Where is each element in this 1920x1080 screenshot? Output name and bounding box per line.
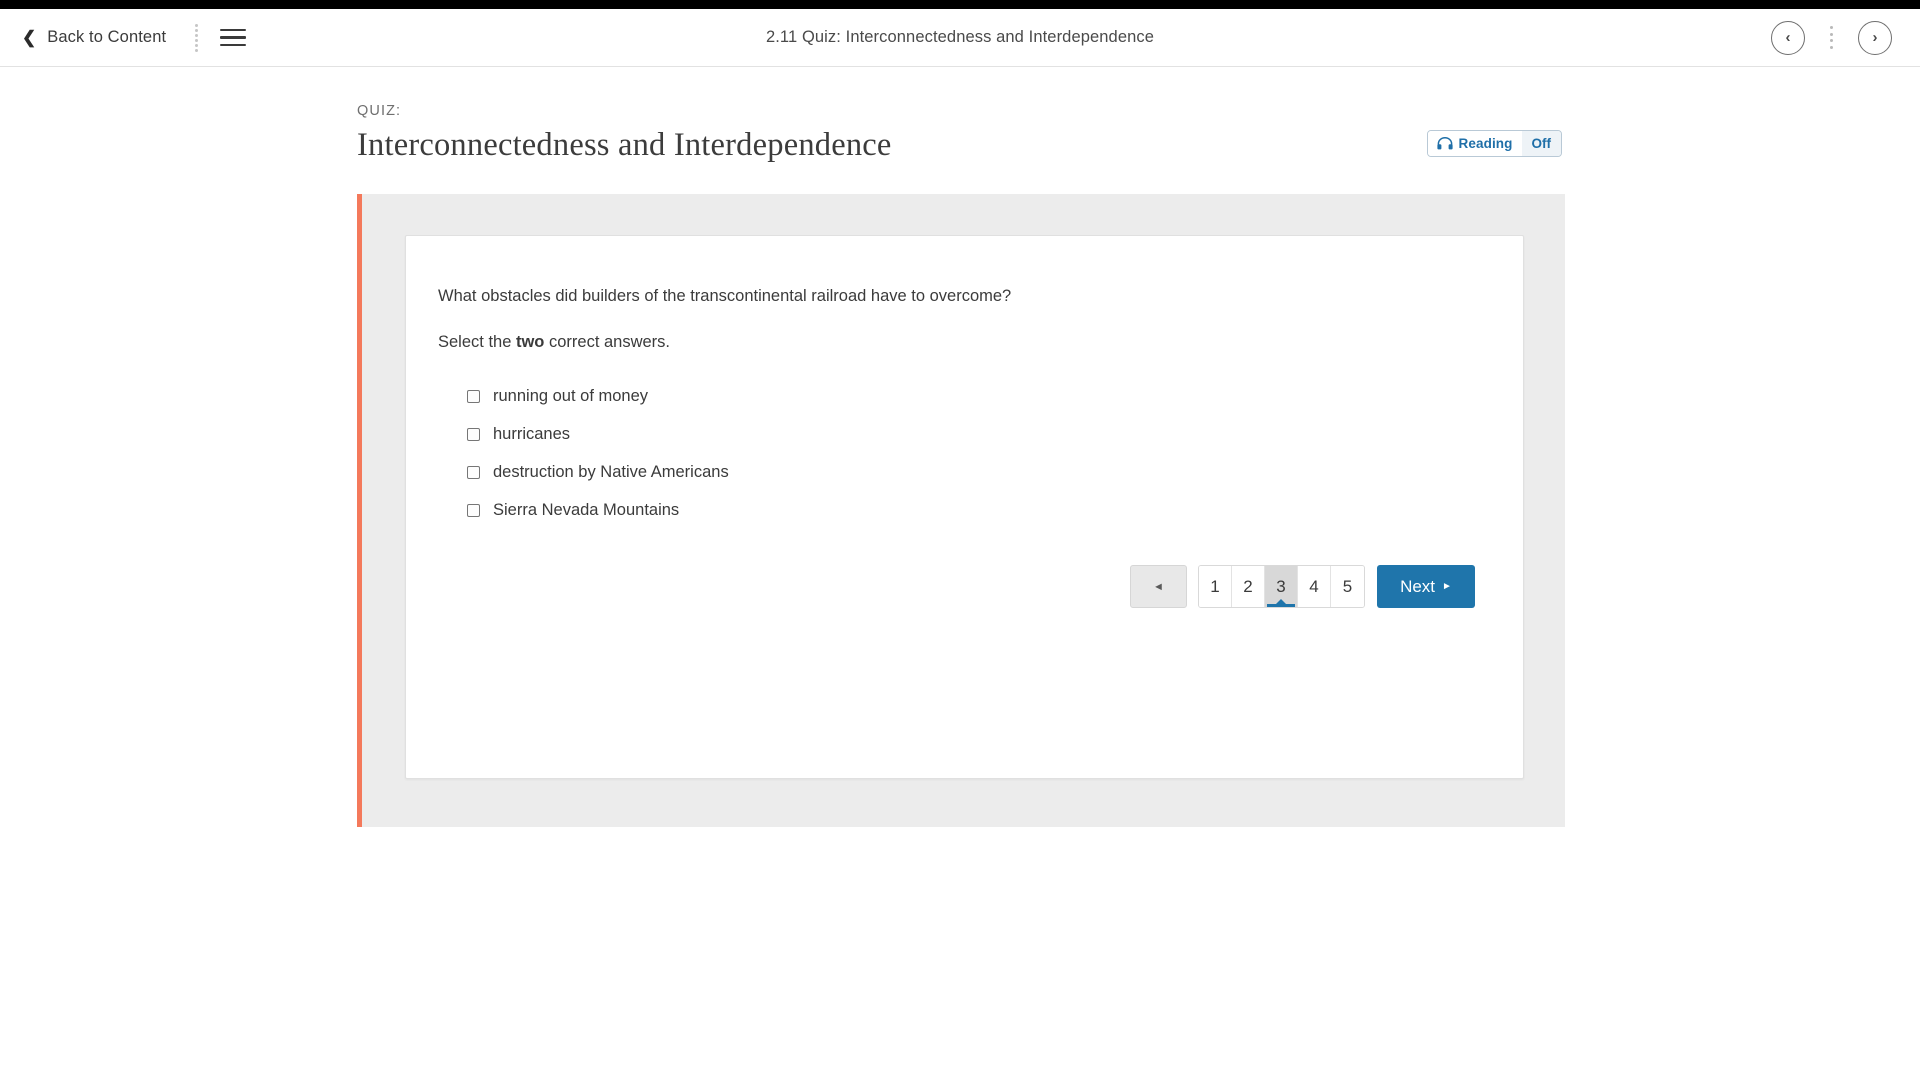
back-to-content-label: Back to Content bbox=[47, 28, 167, 46]
checkbox-icon[interactable] bbox=[467, 427, 480, 441]
pagination-page-3[interactable]: 3 bbox=[1265, 566, 1298, 608]
page-title-row: QUIZ: Interconnectedness and Interdepend… bbox=[357, 67, 1562, 164]
answer-choice-label: Sierra Nevada Mountains bbox=[493, 500, 680, 519]
pagination-page-2[interactable]: 2 bbox=[1232, 566, 1265, 608]
checkbox-icon[interactable] bbox=[467, 389, 480, 403]
top-black-strip bbox=[0, 0, 1920, 9]
page-kicker: QUIZ: bbox=[357, 103, 402, 119]
pagination: ◄ 1 2 3 4 5 Next ► bbox=[438, 565, 1483, 609]
answer-choice-label: running out of money bbox=[493, 386, 649, 405]
instruction-prefix: Select the bbox=[438, 332, 516, 351]
pagination-page-numbers: 1 2 3 4 5 bbox=[1198, 565, 1365, 609]
answer-choice-1[interactable]: running out of money bbox=[467, 377, 1483, 415]
headphones-icon bbox=[1436, 137, 1453, 150]
more-options-kebab-icon[interactable] bbox=[1827, 23, 1836, 52]
pagination-page-5[interactable]: 5 bbox=[1331, 566, 1364, 608]
question-card: What obstacles did builders of the trans… bbox=[405, 235, 1524, 779]
answer-choice-label: destruction by Native Americans bbox=[493, 462, 729, 481]
answer-choice-2[interactable]: hurricanes bbox=[467, 415, 1483, 453]
reading-toggle-state[interactable]: Off bbox=[1521, 131, 1561, 156]
reading-toggle-label: Reading bbox=[1458, 136, 1513, 151]
next-question-button[interactable]: Next ► bbox=[1377, 565, 1475, 609]
back-to-content-button[interactable]: ❮ Back to Content bbox=[22, 28, 166, 47]
reading-toggle-button[interactable]: Reading Off bbox=[1426, 130, 1562, 157]
triangle-left-icon: ◄ bbox=[1153, 580, 1164, 593]
chevron-right-circle-icon: › bbox=[1872, 29, 1878, 46]
page-body: QUIZ: Interconnectedness and Interdepend… bbox=[0, 67, 1920, 827]
reading-toggle-main[interactable]: Reading bbox=[1427, 131, 1522, 156]
header-title: 2.11 Quiz: Interconnectedness and Interd… bbox=[765, 28, 1155, 46]
header-left-group: ❮ Back to Content bbox=[0, 23, 247, 52]
page-number-label: 4 bbox=[1309, 576, 1319, 596]
active-page-caret-icon bbox=[1276, 599, 1286, 605]
quiz-panel: What obstacles did builders of the trans… bbox=[357, 194, 1565, 827]
question-prompt: What obstacles did builders of the trans… bbox=[438, 287, 1012, 305]
page-number-label: 1 bbox=[1210, 576, 1220, 596]
answer-choice-4[interactable]: Sierra Nevada Mountains bbox=[467, 491, 1483, 529]
checkbox-icon[interactable] bbox=[467, 503, 480, 517]
instruction-suffix: correct answers. bbox=[544, 332, 671, 351]
pagination-page-4[interactable]: 4 bbox=[1298, 566, 1331, 608]
next-page-circle-button[interactable]: › bbox=[1858, 20, 1892, 55]
previous-page-circle-button[interactable]: ‹ bbox=[1771, 20, 1805, 55]
answer-choices: running out of money hurricanes destruct… bbox=[438, 377, 1483, 529]
page-number-label: 3 bbox=[1276, 576, 1286, 596]
answer-choice-label: hurricanes bbox=[493, 424, 571, 443]
quiz-panel-inner: What obstacles did builders of the trans… bbox=[362, 194, 1565, 827]
vertical-dot-separator bbox=[195, 23, 199, 52]
answer-choice-3[interactable]: destruction by Native Americans bbox=[467, 453, 1483, 491]
page-title: Interconnectedness and Interdependence bbox=[357, 127, 892, 163]
page-number-label: 2 bbox=[1243, 576, 1253, 596]
page-titles: QUIZ: Interconnectedness and Interdepend… bbox=[357, 103, 892, 164]
triangle-right-icon: ► bbox=[1442, 580, 1452, 592]
menu-hamburger-icon[interactable] bbox=[220, 25, 247, 51]
pagination-page-1[interactable]: 1 bbox=[1199, 566, 1232, 608]
header-right-group: ‹ › bbox=[1771, 20, 1892, 55]
page-number-label: 5 bbox=[1342, 576, 1353, 596]
checkbox-icon[interactable] bbox=[467, 465, 480, 479]
next-button-label: Next bbox=[1400, 576, 1436, 596]
pagination-previous-button[interactable]: ◄ bbox=[1130, 565, 1187, 609]
instruction-bold: two bbox=[515, 332, 545, 351]
question-instruction: Select the two correct answers. bbox=[438, 330, 1483, 356]
chevron-left-circle-icon: ‹ bbox=[1785, 29, 1791, 46]
chevron-left-icon: ❮ bbox=[22, 28, 37, 47]
app-header: ❮ Back to Content 2.11 Quiz: Interconnec… bbox=[0, 9, 1920, 67]
